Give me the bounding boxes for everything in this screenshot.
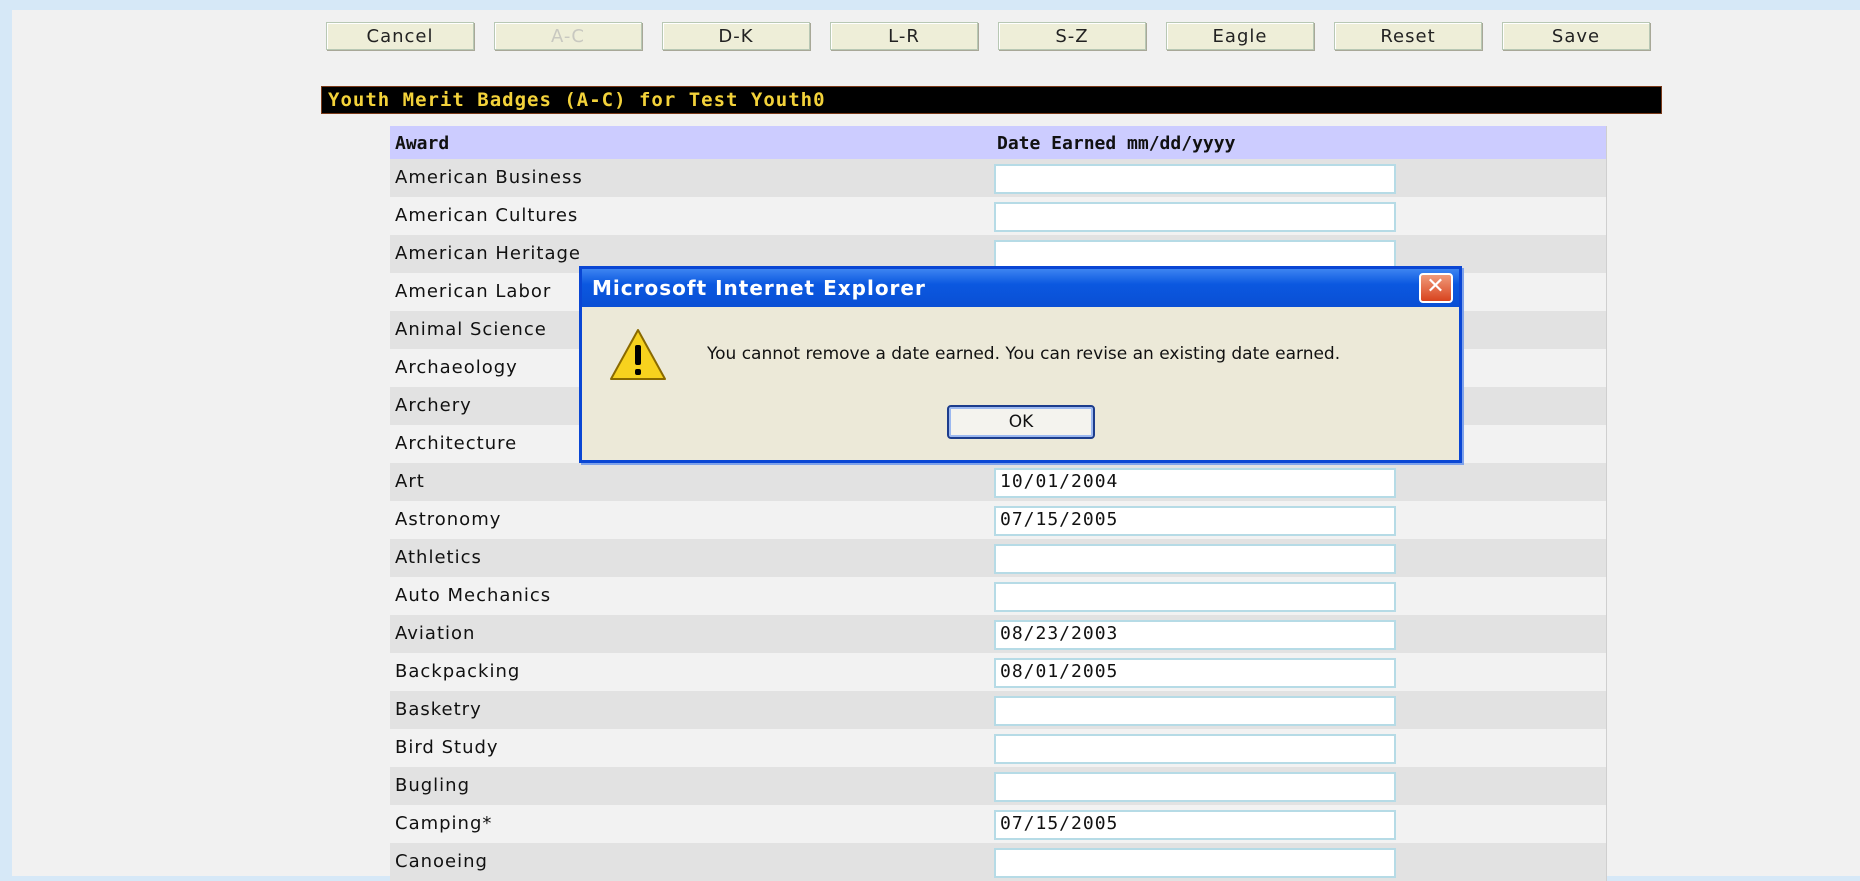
table-row: Aviation 08/23/2003	[390, 615, 1606, 653]
award-name: Basketry	[395, 699, 482, 720]
eagle-button[interactable]: Eagle	[1166, 22, 1314, 50]
date-earned-input[interactable]	[994, 772, 1396, 802]
table-row: Astronomy 07/15/2005	[390, 501, 1606, 539]
award-name: American Labor	[395, 281, 552, 302]
alert-dialog: Microsoft Internet Explorer ✕ You cannot…	[579, 266, 1462, 463]
award-name: Athletics	[395, 547, 482, 568]
award-name: Bugling	[395, 775, 471, 796]
award-name: Camping*	[395, 813, 493, 834]
date-column-header: Date Earned mm/dd/yyyy	[997, 133, 1236, 154]
date-earned-input[interactable]: 07/15/2005	[994, 810, 1396, 840]
award-name: Bird Study	[395, 737, 499, 758]
table-row: Camping* 07/15/2005	[390, 805, 1606, 843]
award-name: Auto Mechanics	[395, 585, 552, 606]
table-row: Art 10/01/2004	[390, 463, 1606, 501]
table-row: Bugling	[390, 767, 1606, 805]
cancel-button[interactable]: Cancel	[326, 22, 474, 50]
award-name: Animal Science	[395, 319, 547, 340]
date-earned-input[interactable]: 08/01/2005	[994, 658, 1396, 688]
table-row: Athletics	[390, 539, 1606, 577]
tab-s-z-button[interactable]: S-Z	[998, 22, 1146, 50]
date-earned-input[interactable]: 10/01/2004	[994, 468, 1396, 498]
award-name: Architecture	[395, 433, 518, 454]
date-earned-input[interactable]	[994, 734, 1396, 764]
table-row: American Cultures	[390, 197, 1606, 235]
date-earned-input[interactable]: 07/15/2005	[994, 506, 1396, 536]
date-earned-input[interactable]	[994, 696, 1396, 726]
dialog-message: You cannot remove a date earned. You can…	[707, 344, 1341, 364]
tab-d-k-button[interactable]: D-K	[662, 22, 810, 50]
award-name: Art	[395, 471, 425, 492]
award-name: American Heritage	[395, 243, 581, 264]
merit-badge-table: Award Date Earned mm/dd/yyyy American Bu…	[390, 126, 1607, 881]
table-row: Basketry	[390, 691, 1606, 729]
award-name: Archaeology	[395, 357, 518, 378]
reset-button[interactable]: Reset	[1334, 22, 1482, 50]
table-row: Canoeing	[390, 843, 1606, 881]
date-earned-input[interactable]	[994, 202, 1396, 232]
award-name: Backpacking	[395, 661, 521, 682]
date-earned-input[interactable]	[994, 164, 1396, 194]
table-row: Backpacking 08/01/2005	[390, 653, 1606, 691]
award-name: Aviation	[395, 623, 476, 644]
date-earned-input[interactable]	[994, 544, 1396, 574]
table-row: American Business	[390, 159, 1606, 197]
date-earned-input[interactable]	[994, 582, 1396, 612]
page: Cancel A-C D-K L-R S-Z Eagle Reset Save …	[12, 10, 1860, 881]
date-earned-input[interactable]: 08/23/2003	[994, 620, 1396, 650]
award-name: American Cultures	[395, 205, 579, 226]
warning-icon	[610, 329, 666, 380]
award-column-header: Award	[395, 133, 450, 154]
save-button[interactable]: Save	[1502, 22, 1650, 50]
date-earned-input[interactable]	[994, 848, 1396, 878]
tab-a-c-button: A-C	[494, 22, 642, 50]
award-name: Canoeing	[395, 851, 488, 872]
table-row: Auto Mechanics	[390, 577, 1606, 615]
award-name: Astronomy	[395, 509, 502, 530]
tab-l-r-button[interactable]: L-R	[830, 22, 978, 50]
award-name: Archery	[395, 395, 472, 416]
table-row: Bird Study	[390, 729, 1606, 767]
dialog-title-bar: Microsoft Internet Explorer ✕	[582, 269, 1459, 307]
award-name: American Business	[395, 167, 583, 188]
close-icon[interactable]: ✕	[1419, 273, 1453, 303]
dialog-title: Microsoft Internet Explorer	[592, 276, 926, 300]
section-title: Youth Merit Badges (A-C) for Test Youth0	[321, 86, 1662, 114]
table-header: Award Date Earned mm/dd/yyyy	[390, 126, 1606, 159]
ok-button[interactable]: OK	[947, 405, 1095, 439]
